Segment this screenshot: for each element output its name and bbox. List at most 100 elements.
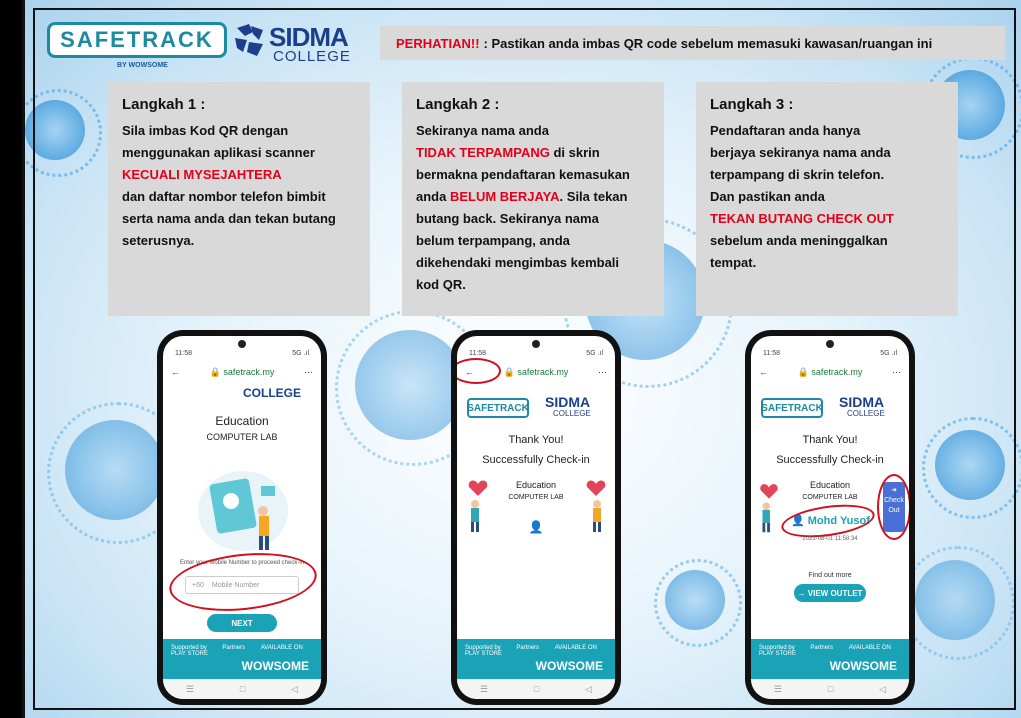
step-1-line: seterusnya. (122, 233, 195, 248)
thank-you-text: Thank You! (802, 434, 858, 446)
status-signal: 5G .ıl (586, 350, 603, 357)
phone-logos: SAFETRACK SIDMA COLLEGE (467, 394, 607, 424)
status-time: 11:58 (763, 350, 780, 357)
more-menu-icon[interactable]: ⋯ (892, 367, 901, 378)
step-2-highlight: BELUM BERJAYA (449, 189, 560, 204)
url-value: safetrack.my (811, 366, 863, 377)
url-value: safetrack.my (223, 366, 275, 377)
step-2-line: belum terpampang, anda (416, 233, 570, 248)
more-menu-icon[interactable]: ⋯ (304, 367, 313, 378)
checkin-status: Successfully Check-in (482, 454, 590, 466)
nav-home-icon[interactable]: □ (534, 684, 539, 694)
browser-url-bar: ← 🔒 safetrack.my ⋯ (171, 364, 313, 380)
nav-menu-icon[interactable]: ☰ (774, 684, 782, 695)
location-name: Education (215, 414, 269, 428)
step-3-line: tempat. (710, 255, 757, 270)
poster: SAFETRACK BY WOWSOME SIDMA COLLEGE PERHA… (22, 0, 1021, 718)
nav-menu-icon[interactable]: ☰ (480, 684, 488, 695)
step-3-line: berjaya sekiranya nama anda (710, 145, 891, 160)
mini-college-logo: COLLEGE (847, 409, 885, 418)
safetrack-by-text: BY WOWSOME (117, 62, 168, 69)
step-3-line: sebelum anda meninggalkan (710, 233, 888, 248)
view-outlet-button[interactable]: → VIEW OUTLET (794, 584, 866, 602)
nav-back-icon[interactable]: ◁ (879, 684, 886, 695)
camera-notch (826, 340, 834, 348)
nav-home-icon[interactable]: □ (828, 684, 833, 694)
url-text: 🔒 safetrack.my (209, 366, 275, 377)
footer-partners: Partners (222, 645, 246, 651)
notice-banner: PERHATIAN!! : Pastikan anda imbas QR cod… (380, 26, 1005, 60)
step-2-text: anda (416, 189, 450, 204)
step-2-line: Sekiranya nama anda (416, 123, 549, 138)
step-1-line: dan daftar nombor telefon bimbit (122, 189, 326, 204)
back-highlight-circle (457, 358, 501, 384)
status-time: 11:58 (175, 350, 192, 357)
user-icon: 👤 (528, 520, 544, 534)
nav-back-icon[interactable]: ◁ (291, 684, 298, 695)
status-bar: 11:58 5G .ıl (175, 350, 309, 360)
phone-mockup-3: 11:58 5G .ıl ← 🔒 safetrack.my ⋯ SAFETRACK… (745, 330, 915, 705)
step-2-line: kod QR. (416, 277, 466, 292)
step-3-panel: Langkah 3 : Pendaftaran anda hanya berja… (696, 82, 958, 316)
url-text: 🔒 safetrack.my (797, 366, 863, 377)
status-signal: 5G .ıl (292, 350, 309, 357)
step-2-line: anda BELUM BERJAYA. Sila tekan (416, 186, 652, 208)
step-2-text: . Sila tekan (559, 189, 628, 204)
step-2-line: TIDAK TERPAMPANG di skrin (416, 142, 652, 164)
checkin-status: Successfully Check-in (776, 454, 884, 466)
footer-partners: Partners (810, 645, 834, 651)
phone-logos: SAFETRACK SIDMA COLLEGE (761, 394, 901, 424)
nav-home-icon[interactable]: □ (240, 684, 245, 694)
phone-screen: 11:58 5G .ıl ← 🔒 safetrack.my ⋯ SAFETRACK… (457, 336, 615, 699)
back-arrow-icon[interactable]: ← (171, 367, 180, 377)
back-arrow-icon[interactable]: ← (759, 367, 768, 377)
notice-label: PERHATIAN!! (396, 35, 480, 51)
highlight-circle (166, 546, 320, 618)
checkout-highlight-circle (877, 474, 909, 540)
step-3-title: Langkah 3 : (710, 96, 794, 113)
checkin-datetime: 2021-08-01 11:58:34 (802, 536, 858, 542)
mini-college-logo: COLLEGE (553, 409, 591, 418)
mini-safetrack-logo: SAFETRACK (467, 398, 529, 418)
phone-mockup-2: 11:58 5G .ıl ← 🔒 safetrack.my ⋯ SAFETRACK… (451, 330, 621, 705)
status-bar: 11:58 5G .ıl (763, 350, 897, 360)
college-logo-partial: COLLEGE (242, 386, 301, 400)
url-value: safetrack.my (517, 366, 569, 377)
checkin-illustration-icon (198, 471, 288, 551)
sidma-logo-sub: COLLEGE (273, 48, 351, 65)
step-2-text: di skrin (549, 145, 600, 160)
sidma-logo: SIDMA COLLEGE (233, 20, 350, 65)
mini-sidma-logo: SIDMA (839, 394, 885, 410)
status-bar: 11:58 5G .ıl (469, 350, 603, 360)
step-2-line: bermakna pendaftaran kemasukan (416, 167, 630, 182)
phone-mockup-1: 11:58 5G .ıl ← 🔒 safetrack.my ⋯ COLLEGE E… (157, 330, 327, 705)
safetrack-logo: SAFETRACK (47, 22, 227, 58)
phone-footer: Supported by Partners AVAILABLE ON PLAY … (457, 639, 615, 679)
room-name: COMPUTER LAB (206, 432, 278, 442)
step-3-line: Dan pastikan anda (710, 189, 825, 204)
footer-brand: WOWSOME (829, 659, 897, 673)
heart-person-left-icon (760, 484, 778, 533)
android-navbar: ☰ □ ◁ (163, 679, 321, 699)
camera-notch (532, 340, 540, 348)
step-1-line: serta nama anda dan tekan butang (122, 211, 336, 226)
footer-partners: Partners (516, 645, 540, 651)
step-2-line: dikehendaki mengimbas kembali (416, 255, 620, 270)
mini-sidma-logo: SIDMA (545, 394, 591, 410)
step-2-line: butang back. Sekiranya nama (416, 211, 599, 226)
more-menu-icon[interactable]: ⋯ (598, 367, 607, 378)
step-2-panel: Langkah 2 : Sekiranya nama anda TIDAK TE… (402, 82, 664, 316)
step-3-line: terpampang di skrin telefon. (710, 167, 885, 182)
step-2-title: Langkah 2 : (416, 96, 500, 113)
nav-menu-icon[interactable]: ☰ (186, 684, 194, 695)
phone-screen: 11:58 5G .ıl ← 🔒 safetrack.my ⋯ SAFETRACK… (751, 336, 909, 699)
nav-back-icon[interactable]: ◁ (585, 684, 592, 695)
notice-text: : Pastikan anda imbas QR code sebelum me… (483, 35, 933, 51)
mini-safetrack-logo: SAFETRACK (761, 398, 823, 418)
browser-url-bar: ← 🔒 safetrack.my ⋯ (759, 364, 901, 380)
next-button[interactable]: NEXT (207, 614, 277, 632)
step-1-line: Sila imbas Kod QR dengan (122, 123, 289, 138)
footer-brand: WOWSOME (535, 659, 603, 673)
step-3-line: Pendaftaran anda hanya (710, 123, 861, 138)
find-out-more: Find out more (808, 572, 852, 579)
